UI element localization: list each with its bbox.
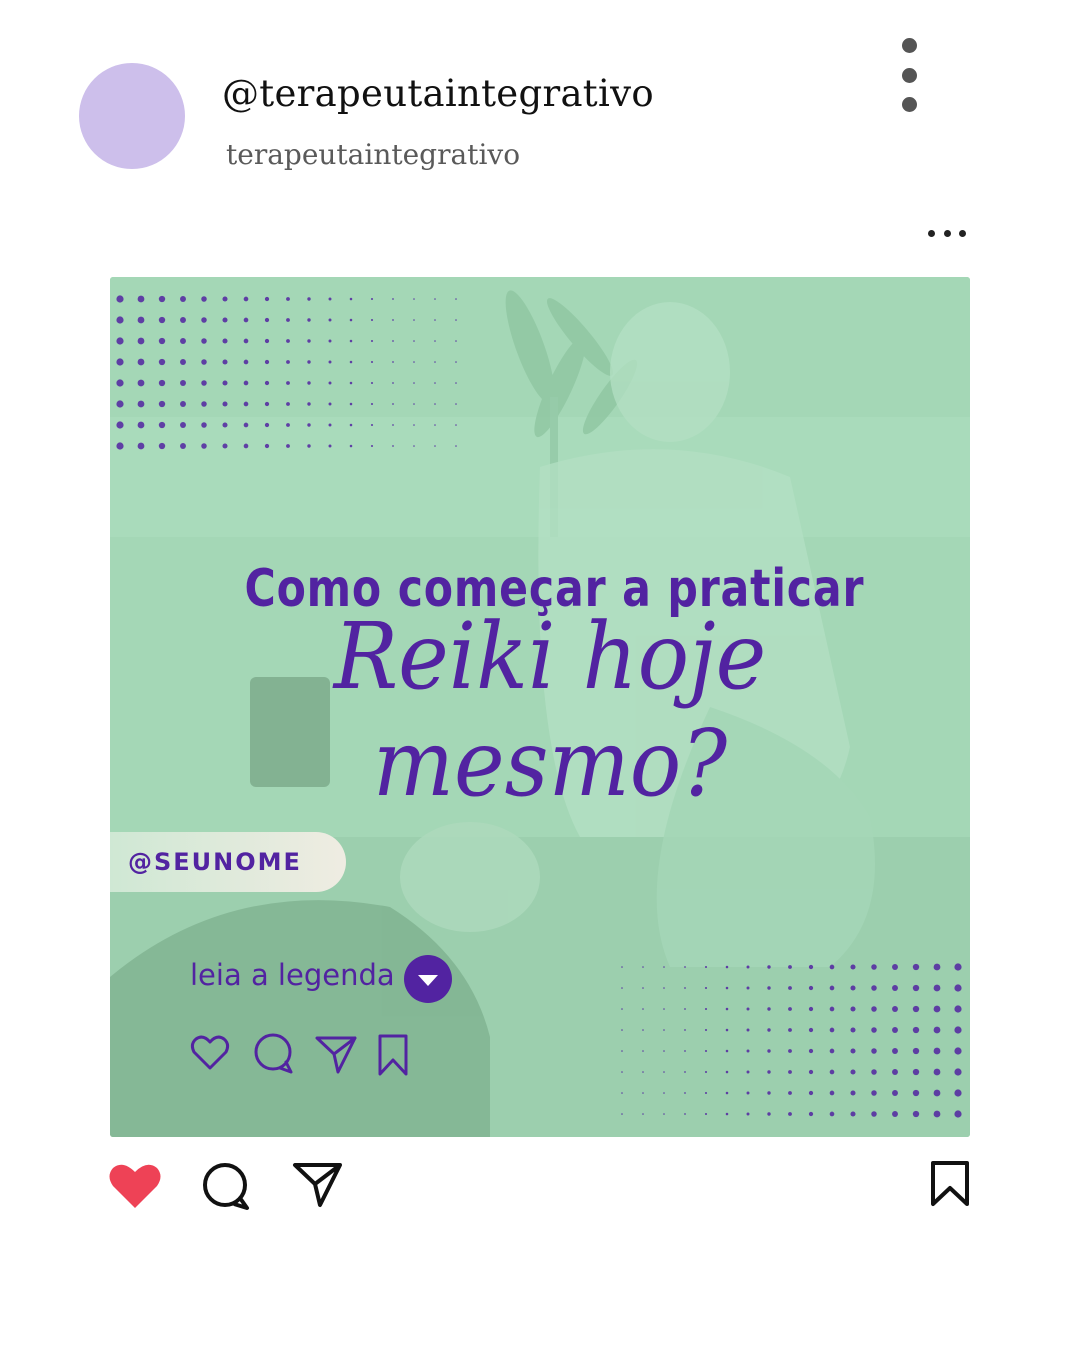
avatar[interactable] <box>79 63 185 169</box>
comment-icon[interactable] <box>200 1162 252 1212</box>
profile-handle[interactable]: @terapeutaintegrativo <box>222 72 654 115</box>
send-icon[interactable] <box>292 1160 344 1210</box>
chevron-down-icon[interactable] <box>404 955 452 1003</box>
inner-bookmark-icon <box>378 1034 408 1076</box>
inner-action-icons <box>190 1033 408 1076</box>
post-menu-icon[interactable] <box>928 226 966 240</box>
inner-send-icon <box>315 1036 357 1074</box>
inner-comment-icon <box>254 1033 293 1074</box>
post-image[interactable]: Como começar a praticar Reiki hoje mesmo… <box>110 277 970 1137</box>
inner-heart-icon <box>190 1035 230 1070</box>
more-options-icon[interactable] <box>896 38 922 112</box>
username-tag: @SEUNOME <box>110 832 346 892</box>
bookmark-icon[interactable] <box>928 1160 972 1208</box>
username-tag-label: @SEUNOME <box>128 848 302 876</box>
cta-text: leia a legenda <box>190 958 395 992</box>
profile-name: terapeutaintegrativo <box>226 138 521 171</box>
like-heart-icon[interactable] <box>108 1162 162 1210</box>
headline-script: Reiki hoje mesmo? <box>333 603 767 817</box>
